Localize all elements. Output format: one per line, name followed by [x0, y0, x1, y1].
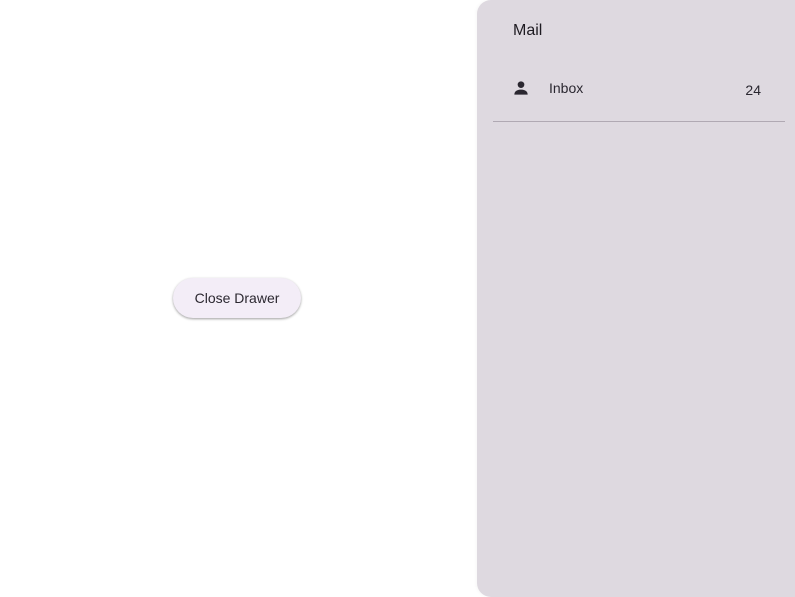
person-icon: [511, 78, 531, 98]
drawer-item-label: Inbox: [549, 80, 584, 96]
inbox-count: 24: [745, 82, 761, 98]
drawer-title: Mail: [513, 22, 543, 39]
close-drawer-button[interactable]: Close Drawer: [173, 278, 301, 318]
drawer-item-inbox[interactable]: Inbox 24: [493, 62, 785, 114]
divider: [493, 121, 785, 122]
navigation-drawer: Mail Inbox 24: [477, 0, 795, 597]
app-window: Close Drawer Mail Inbox 24: [0, 0, 795, 597]
